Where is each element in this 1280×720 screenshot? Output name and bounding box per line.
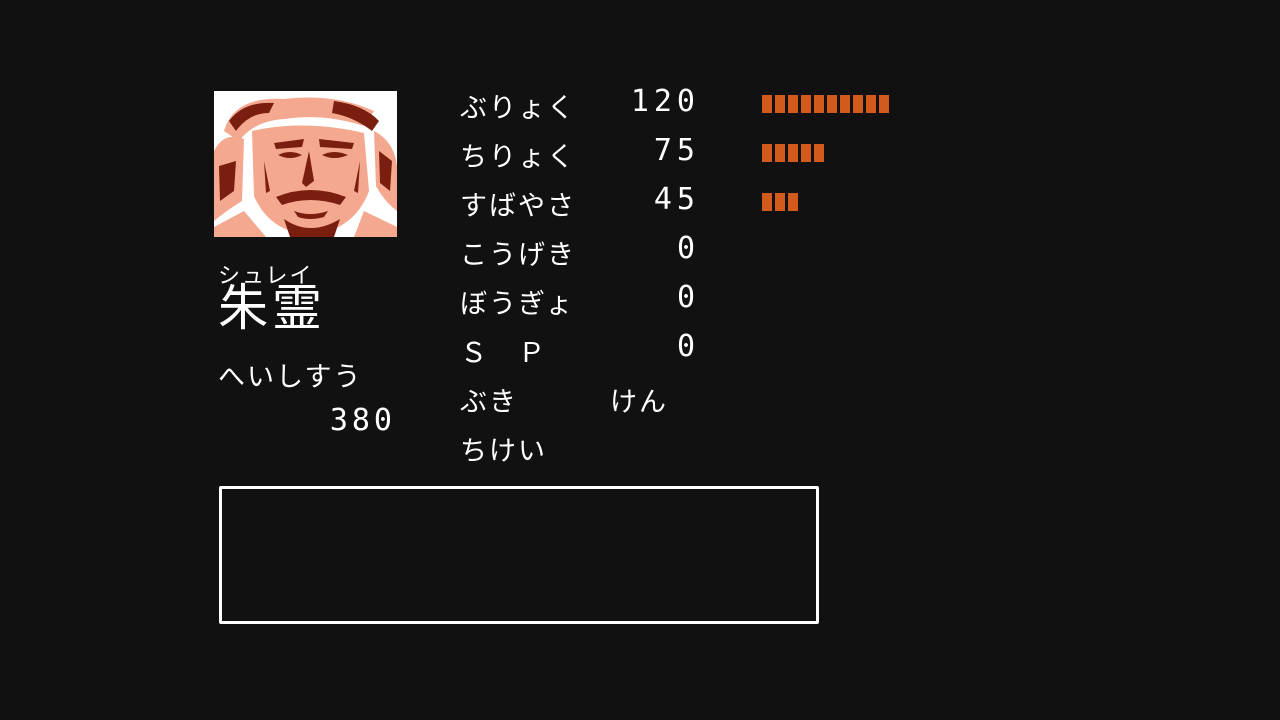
stat-row-attack: こうげき 0 [460, 231, 920, 273]
stat-row-weapon: ぶき けん [460, 380, 920, 420]
soldier-count-value: 380 [329, 403, 396, 438]
stat-label-intellect: ちりょく [460, 142, 576, 173]
stat-bar-segment [801, 95, 811, 113]
stat-row-power: ぶりょく 120 [460, 84, 920, 126]
stat-bar-segment [775, 95, 785, 113]
soldier-count-label: へいしすう [218, 362, 363, 393]
general-portrait [214, 91, 397, 237]
stat-bar-segment [788, 144, 798, 162]
stat-value-sp: 0 [676, 329, 700, 364]
stat-label-weapon: ぶき [460, 387, 518, 418]
stat-label-sp: Ｓ Ｐ [460, 338, 547, 369]
stat-row-terrain: ちけい [460, 429, 920, 469]
stat-bar-segment [788, 193, 798, 211]
stat-value-power: 120 [630, 84, 700, 119]
stat-bar-segment [866, 95, 876, 113]
stat-value-intellect: 75 [653, 133, 700, 168]
stat-bar-segment [827, 95, 837, 113]
stat-bar-power [762, 95, 889, 113]
stat-bar-segment [801, 144, 811, 162]
general-name: 朱霊 [218, 279, 326, 337]
stat-row-speed: すばやさ 45 [460, 182, 920, 224]
stat-bar-segment [775, 144, 785, 162]
stat-value-defense: 0 [676, 280, 700, 315]
stat-bar-segment [879, 95, 889, 113]
stat-bar-segment [775, 193, 785, 211]
stat-value-attack: 0 [676, 231, 700, 266]
stat-label-power: ぶりょく [460, 93, 576, 124]
stat-bar-speed [762, 193, 798, 211]
stat-bar-intellect [762, 144, 824, 162]
stat-bar-segment [762, 193, 772, 211]
stat-label-attack: こうげき [460, 240, 576, 271]
stat-row-defense: ぼうぎょ 0 [460, 280, 920, 322]
stat-label-defense: ぼうぎょ [460, 289, 575, 320]
stat-bar-segment [762, 144, 772, 162]
stat-row-intellect: ちりょく 75 [460, 133, 920, 175]
general-portrait-icon [214, 91, 397, 237]
stat-row-sp: Ｓ Ｐ 0 [460, 329, 920, 371]
stat-bar-segment [814, 95, 824, 113]
stat-value-weapon: けん [610, 387, 668, 418]
stat-bar-segment [853, 95, 863, 113]
message-window[interactable] [219, 486, 819, 624]
stat-label-speed: すばやさ [460, 191, 576, 222]
stat-bar-segment [840, 95, 850, 113]
stat-bar-segment [762, 95, 772, 113]
stat-label-terrain: ちけい [460, 436, 547, 467]
stat-bar-segment [788, 95, 798, 113]
stat-value-speed: 45 [653, 182, 700, 217]
stat-bar-segment [814, 144, 824, 162]
